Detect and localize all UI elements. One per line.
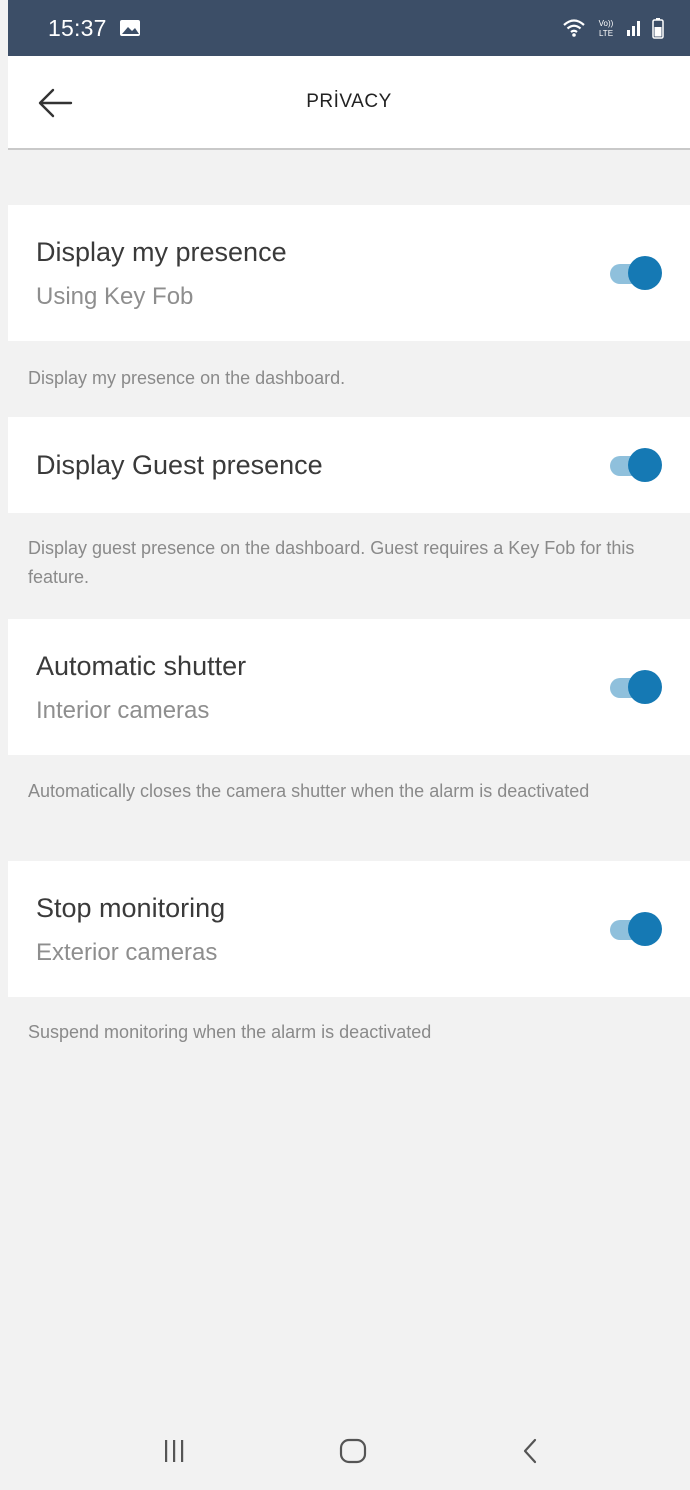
toggle-knob [628, 912, 662, 946]
recent-apps-icon[interactable] [163, 1436, 185, 1466]
setting-title: Display Guest presence [36, 450, 323, 480]
toggle-knob [628, 448, 662, 482]
svg-text:LTE: LTE [599, 29, 613, 38]
home-icon[interactable] [338, 1436, 368, 1466]
spacer [8, 150, 690, 205]
automatic-shutter-toggle[interactable] [610, 670, 662, 704]
setting-description: Display guest presence on the dashboard.… [8, 513, 690, 619]
status-bar: 15:37 Vo)) LTE [8, 0, 690, 56]
setting-display-my-presence: Display my presence Using Key Fob [8, 205, 690, 341]
toggle-knob [628, 670, 662, 704]
display-guest-presence-toggle[interactable] [610, 448, 662, 482]
setting-stop-monitoring: Stop monitoring Exterior cameras [8, 861, 690, 997]
gallery-icon [120, 20, 140, 36]
display-my-presence-toggle[interactable] [610, 256, 662, 290]
toggle-knob [628, 256, 662, 290]
svg-text:Vo)): Vo)) [599, 19, 614, 28]
setting-display-guest-presence: Display Guest presence [8, 417, 690, 513]
page-title: PRİVACY [306, 91, 392, 112]
setting-description: Suspend monitoring when the alarm is dea… [8, 997, 690, 1047]
wifi-icon [563, 19, 585, 37]
system-nav-bar [8, 1413, 690, 1490]
signal-icon [627, 21, 640, 36]
setting-automatic-shutter: Automatic shutter Interior cameras [8, 619, 690, 755]
setting-title: Stop monitoring [36, 893, 226, 923]
battery-icon [652, 18, 664, 39]
app-header: PRİVACY [8, 56, 690, 150]
setting-subtitle: Interior cameras [36, 697, 210, 724]
status-icons: Vo)) LTE [562, 17, 664, 39]
status-time: 15:37 [48, 15, 107, 41]
volte-icon: Vo)) LTE [599, 19, 614, 38]
setting-description: Automatically closes the camera shutter … [8, 755, 690, 861]
setting-title: Automatic shutter [36, 651, 247, 681]
setting-subtitle: Using Key Fob [36, 283, 194, 310]
settings-list: Display my presence Using Key Fob Displa… [8, 150, 690, 1047]
back-icon[interactable] [520, 1436, 540, 1466]
setting-description: Display my presence on the dashboard. [8, 341, 690, 417]
stop-monitoring-toggle[interactable] [610, 912, 662, 946]
setting-title: Display my presence [36, 237, 287, 267]
setting-subtitle: Exterior cameras [36, 939, 218, 966]
